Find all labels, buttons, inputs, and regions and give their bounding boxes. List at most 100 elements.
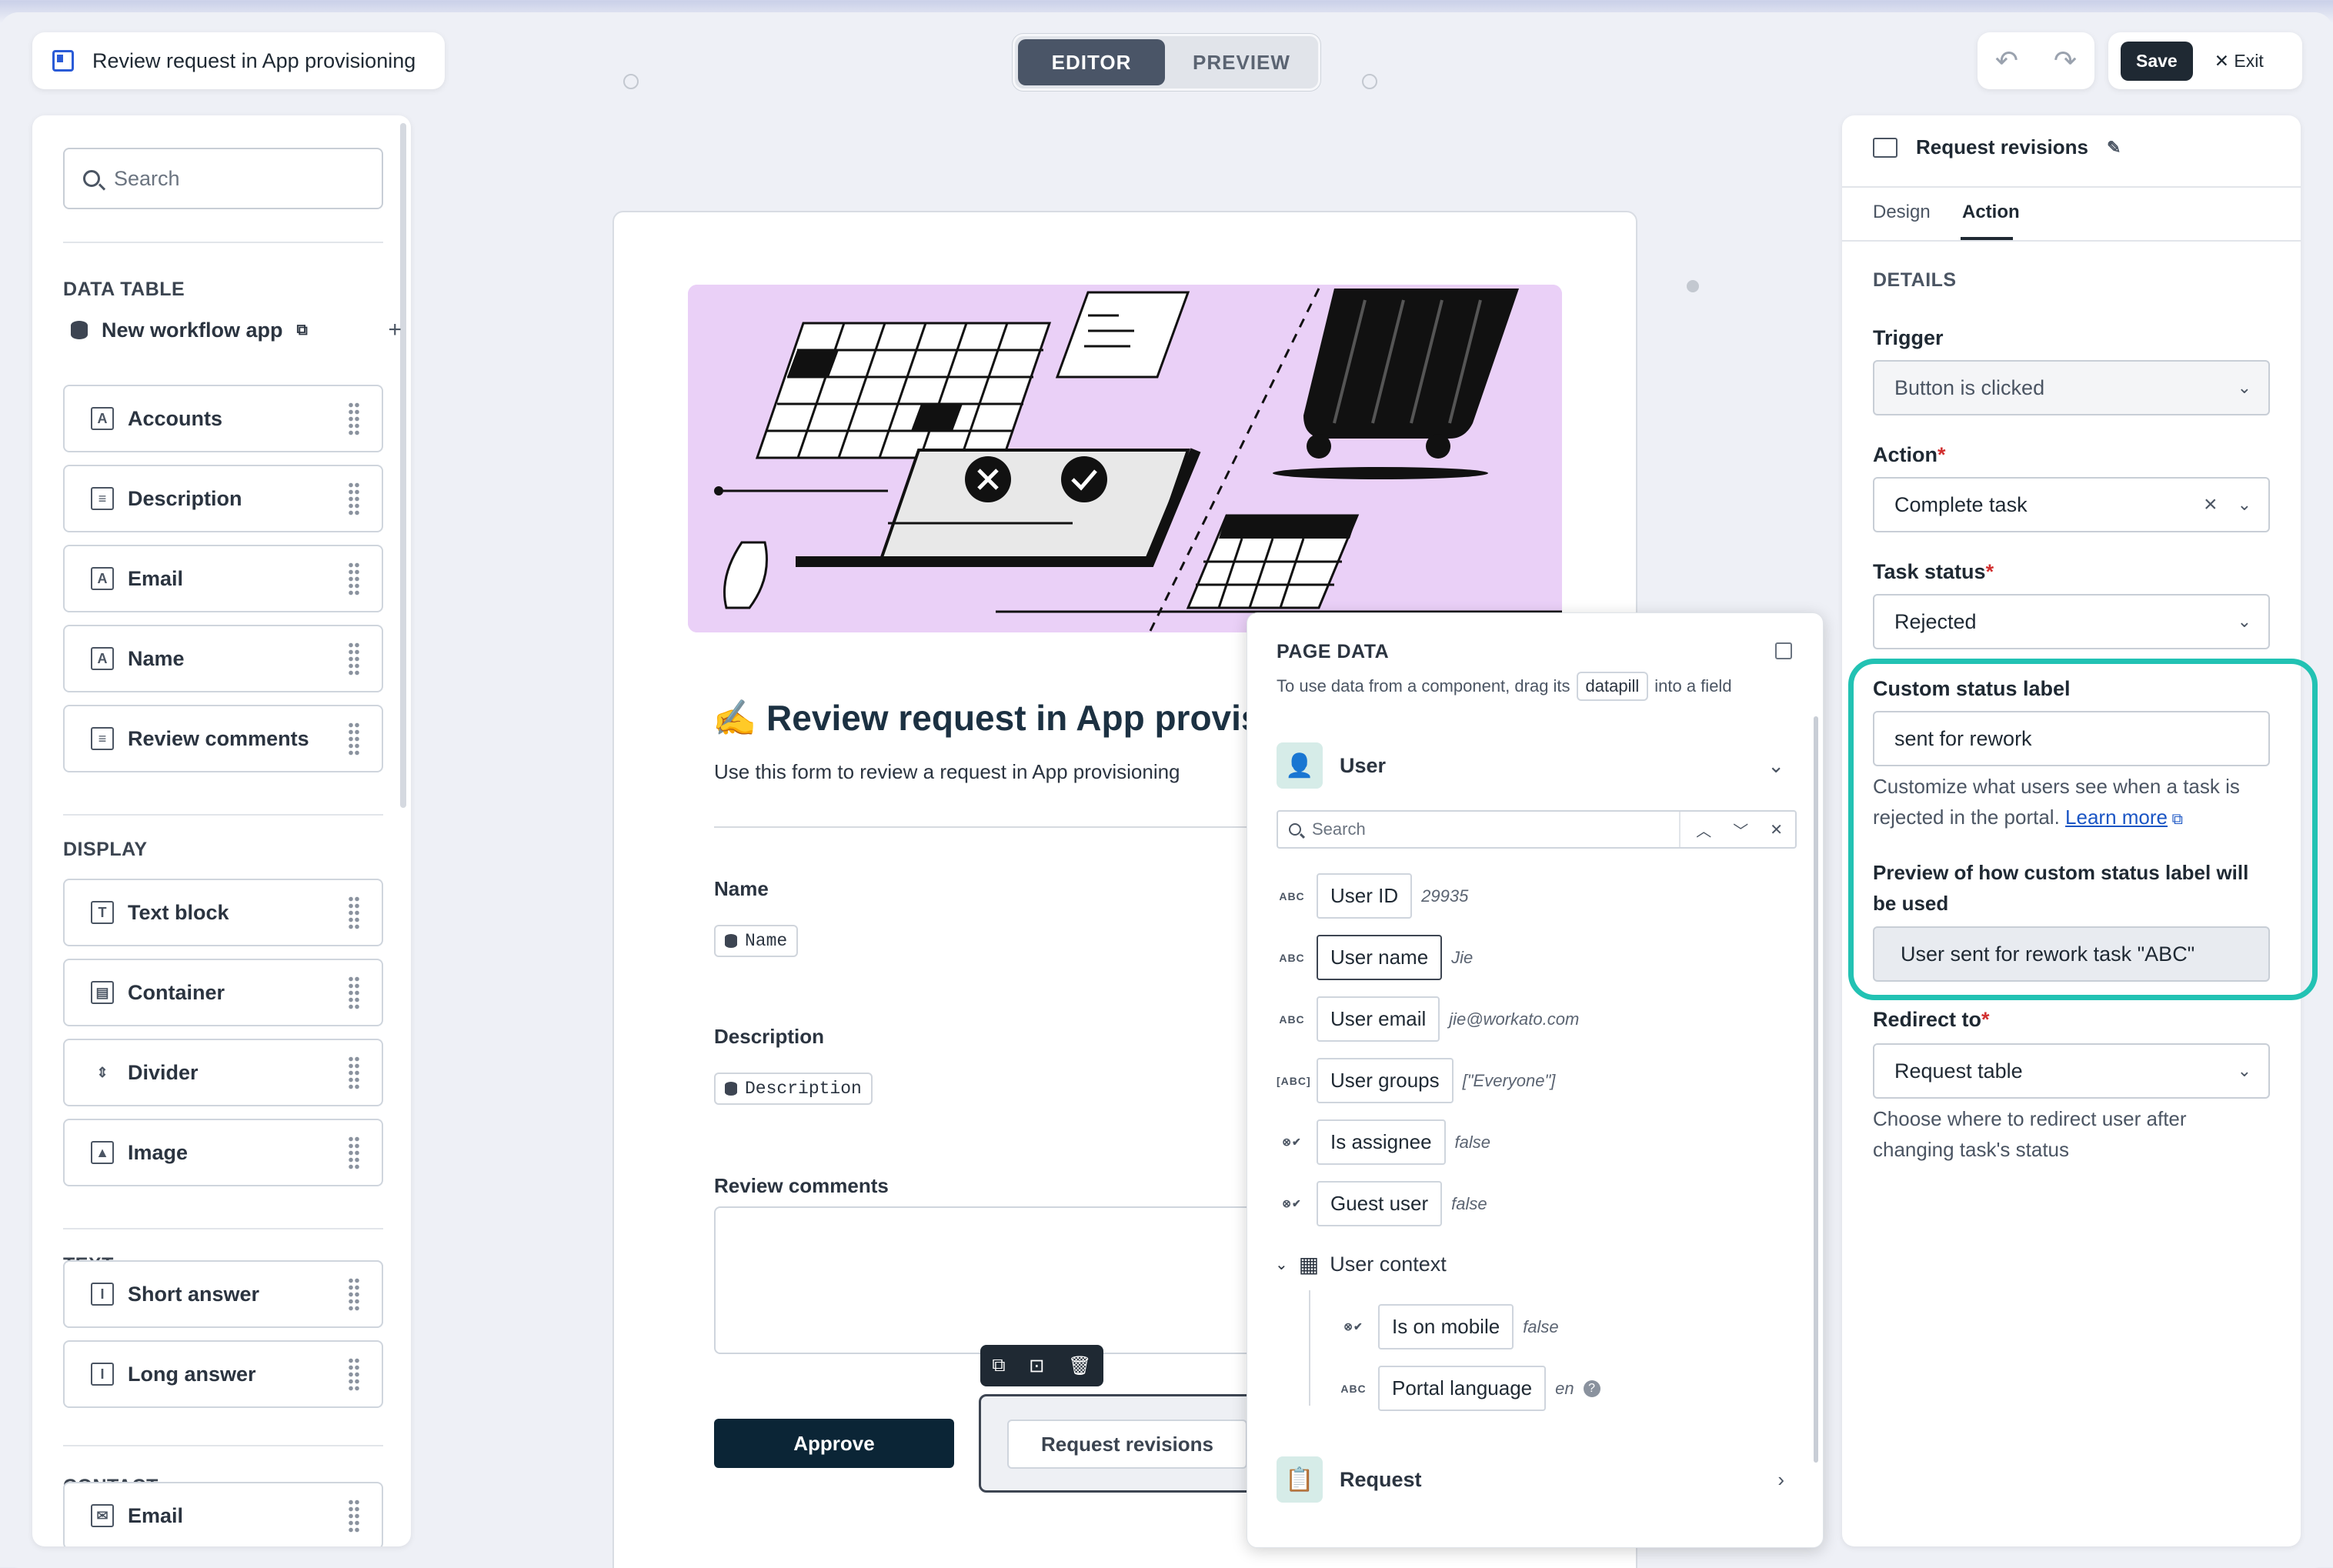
palette-item-image[interactable]: ▲ Image bbox=[63, 1119, 383, 1186]
drag-handle-icon[interactable] bbox=[348, 722, 360, 756]
chevron-down-icon[interactable]: ⌄ bbox=[2238, 1061, 2251, 1081]
datapill-name[interactable]: User name bbox=[1317, 935, 1443, 980]
trigger-value: Button is clicked bbox=[1894, 375, 2045, 399]
palette-item-email[interactable]: A Email bbox=[63, 545, 383, 612]
datapill-user-id[interactable]: ABC User ID 29935 bbox=[1277, 873, 1468, 919]
palette-item-accounts[interactable]: A Accounts bbox=[63, 385, 383, 452]
datapill-guest-user[interactable]: ⊗✔ Guest user false bbox=[1277, 1181, 1487, 1226]
task-status-label: Task status* bbox=[1873, 560, 1994, 584]
drag-handle-icon[interactable] bbox=[348, 896, 360, 929]
user-section-header[interactable]: 👤 User ⌄ bbox=[1277, 742, 1784, 789]
clear-search-icon[interactable]: ✕ bbox=[1770, 820, 1783, 839]
save-button[interactable]: Save bbox=[2121, 41, 2193, 81]
name-datapill[interactable]: Name bbox=[714, 925, 799, 957]
app-page-icon bbox=[52, 50, 74, 72]
palette-item-review-comments[interactable]: ≡ Review comments bbox=[63, 705, 383, 772]
palette-item-label: Description bbox=[128, 486, 242, 510]
datapill-user-name[interactable]: ABC User name Jie bbox=[1277, 935, 1473, 980]
component-palette: Search DATA TABLE New workflow app ⧉ + A… bbox=[32, 115, 411, 1546]
short-answer-icon: I bbox=[91, 1283, 114, 1306]
palette-item-label: Long answer bbox=[128, 1362, 256, 1386]
save-exit-controls: Save ✕ Exit bbox=[2108, 32, 2302, 89]
datapill-portal-language[interactable]: ABC Portal language en? bbox=[1338, 1366, 1600, 1411]
redo-icon[interactable]: ↷ bbox=[2054, 45, 2077, 77]
preview-mode-button[interactable]: PREVIEW bbox=[1168, 39, 1315, 85]
external-link-icon[interactable]: ⧉ bbox=[297, 322, 308, 339]
datapill-name[interactable]: Is on mobile bbox=[1378, 1304, 1514, 1349]
user-section-label: User bbox=[1340, 753, 1387, 777]
review-comments-textarea[interactable] bbox=[714, 1206, 1314, 1354]
datapill-value: en bbox=[1555, 1378, 1574, 1398]
datapill-name[interactable]: Is assignee bbox=[1317, 1119, 1446, 1165]
palette-search-input[interactable]: Search bbox=[63, 148, 383, 209]
datapill-user-groups[interactable]: [ABC] User groups ["Everyone"] bbox=[1277, 1058, 1555, 1103]
drag-handle-icon[interactable] bbox=[348, 976, 360, 1009]
palette-item-label: Email bbox=[128, 566, 184, 590]
approve-button[interactable]: Approve bbox=[714, 1419, 954, 1468]
clear-icon[interactable]: × bbox=[2204, 492, 2218, 518]
request-revisions-button[interactable]: Request revisions bbox=[1007, 1420, 1247, 1469]
palette-item-description[interactable]: ≡ Description bbox=[63, 465, 383, 532]
datapill-is-assignee[interactable]: ⊗✔ Is assignee false bbox=[1277, 1119, 1490, 1165]
action-select[interactable]: Complete task × ⌄ bbox=[1873, 477, 2270, 532]
mode-toggle[interactable]: EDITOR PREVIEW bbox=[1013, 34, 1320, 91]
duplicate-icon[interactable]: ⧉ bbox=[992, 1355, 1005, 1376]
page-data-search-input[interactable]: Search ︿ ﹀ ✕ bbox=[1277, 810, 1797, 849]
datapill-name[interactable]: Guest user bbox=[1317, 1181, 1443, 1226]
help-icon[interactable]: ? bbox=[1583, 1380, 1600, 1397]
exit-button[interactable]: ✕ Exit bbox=[2215, 51, 2264, 72]
data-source-row[interactable]: New workflow app ⧉ + bbox=[71, 317, 402, 343]
search-controls: ︿ ﹀ ✕ bbox=[1679, 812, 1795, 847]
datapill-user-email[interactable]: ABC User email jie@workato.com bbox=[1277, 996, 1579, 1042]
drag-handle-icon[interactable] bbox=[348, 482, 360, 515]
collapse-panel-icon[interactable] bbox=[1775, 642, 1792, 659]
palette-item-long-answer[interactable]: I Long answer bbox=[63, 1340, 383, 1408]
datapill-is-on-mobile[interactable]: ⊗✔ Is on mobile false bbox=[1338, 1304, 1559, 1349]
datapill-label: Name bbox=[745, 931, 788, 951]
datapill-name[interactable]: Portal language bbox=[1378, 1366, 1547, 1411]
trash-icon[interactable]: 🗑 bbox=[1068, 1355, 1091, 1377]
required-mark: * bbox=[1985, 560, 1994, 583]
drag-handle-icon[interactable] bbox=[348, 1499, 360, 1533]
datapill-name[interactable]: User ID bbox=[1317, 873, 1413, 919]
request-section-header[interactable]: 📋 Request › bbox=[1277, 1456, 1784, 1503]
task-status-select[interactable]: Rejected ⌄ bbox=[1873, 594, 2270, 649]
editor-mode-button[interactable]: EDITOR bbox=[1018, 39, 1165, 85]
chevron-down-icon[interactable]: ⌄ bbox=[1767, 754, 1784, 778]
chevron-right-icon[interactable]: › bbox=[1777, 1468, 1784, 1492]
undo-icon[interactable]: ↶ bbox=[1995, 45, 2018, 77]
palette-item-short-answer-row[interactable]: I Short answer bbox=[63, 1260, 383, 1328]
drag-handle-icon[interactable] bbox=[348, 1357, 360, 1391]
hero-illustration-graphic bbox=[688, 285, 1562, 632]
description-datapill[interactable]: Description bbox=[714, 1073, 873, 1105]
palette-item-contact-email[interactable]: ✉ Email bbox=[63, 1482, 383, 1546]
chevron-up-icon[interactable]: ︿ bbox=[1696, 819, 1711, 841]
chevron-down-icon[interactable]: ⌄ bbox=[2238, 612, 2251, 632]
drag-handle-icon[interactable] bbox=[348, 402, 360, 435]
datapill-name[interactable]: User email bbox=[1317, 996, 1440, 1042]
datapill-name[interactable]: User groups bbox=[1317, 1058, 1454, 1103]
chevron-down-icon[interactable]: ⌄ bbox=[2238, 495, 2251, 515]
palette-item-text-block[interactable]: T Text block bbox=[63, 879, 383, 946]
chevron-down-icon[interactable]: ⌄ bbox=[1275, 1255, 1288, 1274]
redirect-select[interactable]: Request table ⌄ bbox=[1873, 1043, 2270, 1099]
envelope-icon: ✉ bbox=[91, 1504, 114, 1527]
tab-action[interactable]: Action bbox=[1962, 202, 2020, 223]
palette-scrollbar[interactable] bbox=[400, 123, 406, 808]
palette-item-container[interactable]: ▤ Container bbox=[63, 959, 383, 1026]
pencil-icon[interactable]: ✎ bbox=[2107, 138, 2121, 158]
tab-design[interactable]: Design bbox=[1873, 202, 1931, 223]
palette-item-divider[interactable]: ⇕ Divider bbox=[63, 1039, 383, 1106]
page-data-scrollbar[interactable] bbox=[1814, 716, 1818, 1463]
palette-item-name[interactable]: A Name bbox=[63, 625, 383, 692]
drag-handle-icon[interactable] bbox=[348, 1056, 360, 1089]
add-data-source-button[interactable]: + bbox=[388, 317, 402, 343]
select-parent-icon[interactable]: ⊡ bbox=[1029, 1355, 1044, 1377]
component-name: Request revisions bbox=[1916, 135, 2088, 158]
drag-handle-icon[interactable] bbox=[348, 1277, 360, 1311]
chevron-down-icon[interactable]: ﹀ bbox=[1733, 819, 1748, 841]
drag-handle-icon[interactable] bbox=[348, 1136, 360, 1169]
drag-handle-icon[interactable] bbox=[348, 562, 360, 596]
drag-handle-icon[interactable] bbox=[348, 642, 360, 676]
user-context-group[interactable]: ⌄ ▦ User context bbox=[1275, 1252, 1783, 1277]
